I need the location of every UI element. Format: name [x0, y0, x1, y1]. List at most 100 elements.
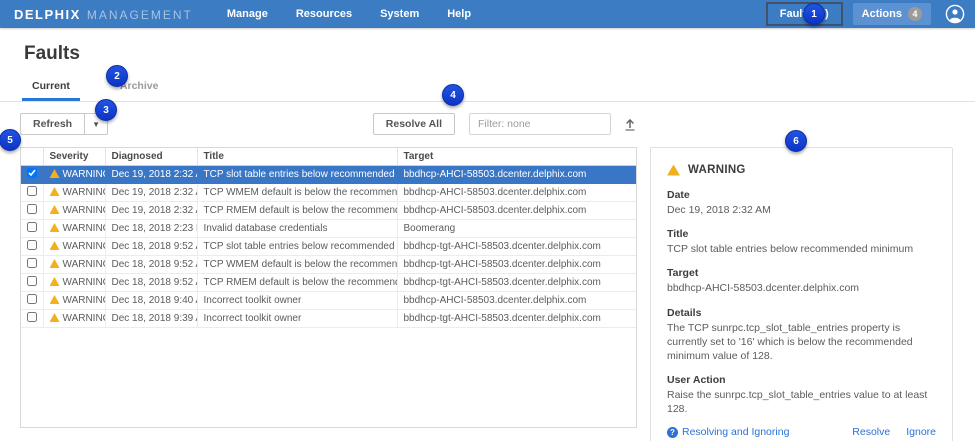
cell-title: TCP RMEM default is below the recommende… [197, 202, 397, 220]
page-title: Faults [24, 43, 975, 65]
detail-actions: Resolve Ignore [852, 426, 936, 438]
cell-title: TCP WMEM default is below the recommende… [197, 184, 397, 202]
warning-icon [50, 259, 60, 268]
column-title[interactable]: Title [197, 148, 397, 166]
warning-icon [667, 165, 680, 176]
cell-diagnosed: Dec 18, 2018 9:52 AM [105, 256, 197, 274]
column-target[interactable]: Target [397, 148, 636, 166]
title-value: TCP slot table entries below recommended… [667, 242, 936, 256]
actions-button[interactable]: Actions 4 [853, 3, 931, 25]
row-checkbox[interactable] [27, 240, 37, 250]
warning-icon [50, 313, 60, 322]
cell-target: bbdhcp-tgt-AHCI-58503.dcenter.delphix.co… [397, 238, 636, 256]
table-row[interactable]: WARNINGDec 18, 2018 9:52 AMTCP WMEM defa… [21, 256, 636, 274]
detail-title-section: Title TCP slot table entries below recom… [667, 228, 936, 256]
tab-current[interactable]: Current [22, 80, 80, 101]
faults-table: Severity Diagnosed Title Target WARNINGD… [20, 147, 637, 428]
row-checkbox[interactable] [27, 186, 37, 196]
cell-target: bbdhcp-tgt-AHCI-58503.dcenter.delphix.co… [397, 256, 636, 274]
annotation-badge-2: 2 [106, 65, 128, 87]
target-label: Target [667, 267, 936, 279]
table-row[interactable]: WARNINGDec 19, 2018 2:32 AMTCP WMEM defa… [21, 184, 636, 202]
table-row[interactable]: WARNINGDec 19, 2018 2:32 AMTCP slot tabl… [21, 166, 636, 184]
warning-icon [50, 277, 60, 286]
nav-item-resources[interactable]: Resources [296, 8, 352, 20]
detail-user-action-section: User Action Raise the sunrpc.tcp_slot_ta… [667, 374, 936, 416]
cell-diagnosed: Dec 18, 2018 9:39 AM [105, 310, 197, 328]
cell-title: Incorrect toolkit owner [197, 292, 397, 310]
detail-header: WARNING [667, 164, 936, 176]
cell-title: TCP WMEM default is below the recommende… [197, 256, 397, 274]
row-checkbox[interactable] [27, 222, 37, 232]
details-value: The TCP sunrpc.tcp_slot_table_entries pr… [667, 321, 936, 364]
detail-severity: WARNING [688, 164, 746, 176]
warning-icon [50, 169, 60, 178]
filter-input[interactable] [469, 113, 611, 135]
cell-diagnosed: Dec 19, 2018 2:32 AM [105, 184, 197, 202]
resolve-all-button[interactable]: Resolve All [373, 113, 455, 135]
user-action-label: User Action [667, 374, 936, 386]
table-row[interactable]: WARNINGDec 18, 2018 9:52 AMTCP slot tabl… [21, 238, 636, 256]
user-profile-icon[interactable] [945, 4, 965, 24]
column-severity[interactable]: Severity [43, 148, 105, 166]
cell-title: TCP slot table entries below recommended… [197, 166, 397, 184]
cell-diagnosed: Dec 19, 2018 2:32 AM [105, 202, 197, 220]
annotation-badge-6: 6 [785, 130, 807, 152]
warning-icon [50, 223, 60, 232]
cell-target: bbdhcp-tgt-AHCI-58503.dcenter.delphix.co… [397, 310, 636, 328]
cell-title: Incorrect toolkit owner [197, 310, 397, 328]
ignore-link[interactable]: Ignore [906, 426, 936, 438]
resolve-link[interactable]: Resolve [852, 426, 890, 438]
cell-target: bbdhcp-AHCI-58503.dcenter.delphix.com [397, 184, 636, 202]
row-checkbox[interactable] [27, 276, 37, 286]
cell-title: Invalid database credentials [197, 220, 397, 238]
help-icon: ? [667, 427, 678, 438]
cell-title: TCP slot table entries below recommended… [197, 238, 397, 256]
detail-footer: ? Resolving and Ignoring Resolve Ignore [667, 426, 936, 438]
nav-item-system[interactable]: System [380, 8, 419, 20]
detail-details-section: Details The TCP sunrpc.tcp_slot_table_en… [667, 307, 936, 364]
target-value: bbdhcp-AHCI-58503.dcenter.delphix.com [667, 281, 936, 295]
fault-detail-panel: WARNING Date Dec 19, 2018 2:32 AM Title … [650, 147, 953, 441]
header-checkbox-cell [21, 148, 43, 166]
nav-right: Faults (9) Actions 4 [766, 2, 965, 26]
cell-diagnosed: Dec 19, 2018 2:32 AM [105, 166, 197, 184]
nav-menu: Manage Resources System Help [227, 8, 471, 20]
logo-secondary: MANAGEMENT [87, 8, 193, 22]
table-row[interactable]: WARNINGDec 18, 2018 2:23 PMInvalid datab… [21, 220, 636, 238]
table-row[interactable]: WARNINGDec 18, 2018 9:52 AMTCP RMEM defa… [21, 274, 636, 292]
help-link-label: Resolving and Ignoring [682, 426, 789, 438]
table-row[interactable]: WARNINGDec 18, 2018 9:39 AMIncorrect too… [21, 310, 636, 328]
row-checkbox[interactable] [27, 204, 37, 214]
nav-item-manage[interactable]: Manage [227, 8, 268, 20]
date-label: Date [667, 189, 936, 201]
row-checkbox[interactable] [27, 294, 37, 304]
cell-diagnosed: Dec 18, 2018 9:40 AM [105, 292, 197, 310]
delphix-logo: DELPHIX MANAGEMENT [14, 7, 193, 22]
annotation-badge-3: 3 [95, 99, 117, 121]
table-row[interactable]: WARNINGDec 19, 2018 2:32 AMTCP RMEM defa… [21, 202, 636, 220]
row-checkbox[interactable] [27, 258, 37, 268]
nav-item-help[interactable]: Help [447, 8, 471, 20]
resolving-and-ignoring-link[interactable]: ? Resolving and Ignoring [667, 426, 789, 438]
refresh-split-button: Refresh ▼ [20, 113, 108, 135]
column-diagnosed[interactable]: Diagnosed [105, 148, 197, 166]
row-checkbox[interactable] [27, 168, 37, 178]
warning-icon [50, 187, 60, 196]
detail-target-section: Target bbdhcp-AHCI-58503.dcenter.delphix… [667, 267, 936, 295]
detail-date-section: Date Dec 19, 2018 2:32 AM [667, 189, 936, 217]
chevron-down-icon: ▼ [92, 120, 100, 129]
table-row[interactable]: WARNINGDec 18, 2018 9:40 AMIncorrect too… [21, 292, 636, 310]
warning-icon [50, 205, 60, 214]
export-icon[interactable] [623, 117, 637, 132]
logo-primary: DELPHIX [14, 7, 81, 22]
title-label: Title [667, 228, 936, 240]
row-checkbox[interactable] [27, 312, 37, 322]
warning-icon [50, 295, 60, 304]
date-value: Dec 19, 2018 2:32 AM [667, 203, 936, 217]
refresh-button[interactable]: Refresh [20, 113, 85, 135]
cell-target: bbdhcp-tgt-AHCI-58503.dcenter.delphix.co… [397, 274, 636, 292]
annotation-badge-1: 1 [803, 3, 825, 25]
details-label: Details [667, 307, 936, 319]
user-action-value: Raise the sunrpc.tcp_slot_table_entries … [667, 388, 936, 416]
